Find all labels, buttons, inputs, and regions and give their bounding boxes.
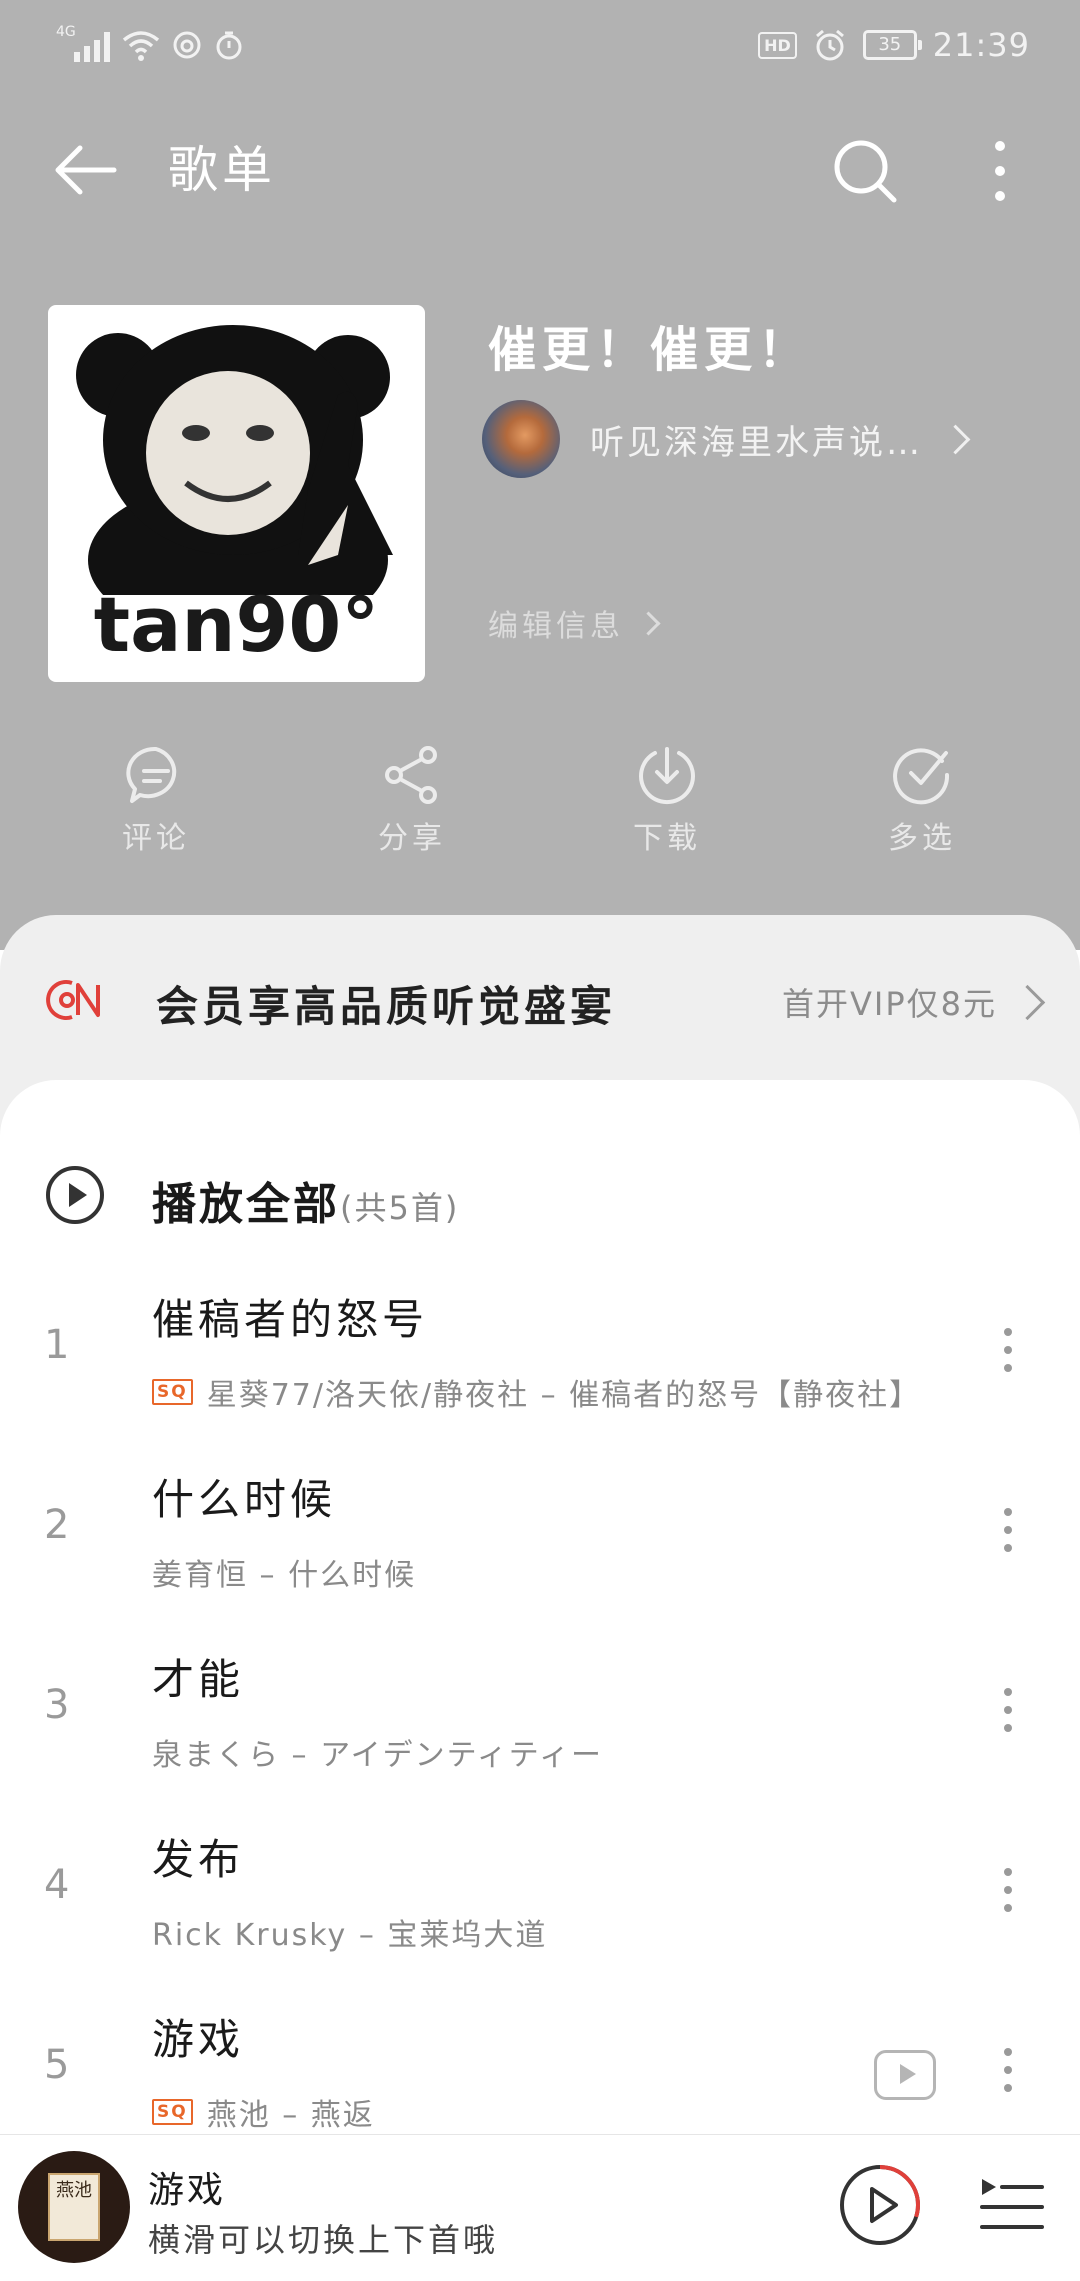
song-title: 发布 — [152, 1835, 245, 1884]
page-title: 歌单 — [168, 141, 276, 199]
song-artist-album: 星葵77/洛天依/静夜社 – 催稿者的怒号【静夜社】 — [206, 1378, 922, 1413]
wifi-icon — [122, 31, 160, 61]
avatar[interactable] — [482, 400, 560, 478]
song-title: 什么时候 — [152, 1475, 337, 1524]
song-row[interactable]: 1 催稿者的怒号 SQ 星葵77/洛天依/静夜社 – 催稿者的怒号【静夜社】 — [0, 1270, 1080, 1450]
song-more-icon[interactable] — [990, 1322, 1026, 1392]
chevron-right-icon — [636, 610, 661, 636]
song-number: 1 — [44, 1322, 70, 1368]
song-artist-album: 泉まくら – アイデンティティー — [152, 1738, 603, 1773]
comment-label: 评论 — [122, 821, 190, 856]
song-count: (共5首) — [340, 1189, 460, 1227]
more-vertical-icon[interactable] — [980, 136, 1020, 206]
share-label: 分享 — [378, 821, 446, 856]
cover-caption: tan90° — [93, 580, 380, 669]
vip-offer-label[interactable]: 首开VIP仅8元 — [782, 979, 997, 1025]
vip-promo-text: 会员享高品质听觉盛宴 — [156, 982, 617, 1031]
download-icon — [639, 747, 695, 804]
song-artist-album: Rick Krusky – 宝莱坞大道 — [152, 1918, 548, 1953]
song-row[interactable]: 3 才能 泉まくら – アイデンティティー — [0, 1630, 1080, 1810]
status-bar: 4G HD 35 21:39 — [0, 0, 1080, 90]
edit-info-label[interactable]: 编辑信息 — [488, 601, 624, 645]
song-subtitle-row: 姜育恒 – 什么时候 — [152, 1550, 416, 1594]
song-number: 4 — [44, 1862, 70, 1908]
netease-icon — [173, 31, 201, 59]
action-row: 评论 分享 下载 多选 — [0, 745, 1080, 875]
now-playing-hint: 横滑可以切换上下首哦 — [148, 2221, 499, 2259]
edit-info-link[interactable]: 编辑信息 — [488, 598, 661, 648]
creator-link[interactable]: 听见深海里水声说… — [482, 398, 971, 480]
sq-badge: SQ — [152, 2099, 193, 2125]
song-number: 5 — [44, 2042, 70, 2088]
playlist-title: 催更！催更！ — [488, 322, 813, 378]
play-pause-icon[interactable] — [838, 2163, 922, 2247]
song-more-icon[interactable] — [990, 1502, 1026, 1572]
hd-indicator: HD — [758, 31, 797, 59]
song-artist-album: 燕池 – 燕返 — [206, 2098, 375, 2133]
multi-select-label: 多选 — [888, 821, 956, 856]
video-play-icon[interactable] — [874, 2050, 936, 2100]
song-subtitle-row: Rick Krusky – 宝莱坞大道 — [152, 1910, 547, 1954]
song-title: 催稿者的怒号 — [152, 1295, 429, 1344]
back-arrow-icon[interactable] — [50, 140, 120, 200]
play-all-label: 播放全部(共5首) — [152, 1168, 459, 1232]
chevron-right-icon — [940, 424, 971, 454]
timer-icon — [216, 31, 242, 60]
creator-name[interactable]: 听见深海里水声说… — [590, 415, 923, 464]
download-label: 下载 — [633, 821, 701, 856]
alarm-icon — [815, 29, 844, 61]
comment-button[interactable]: 评论 — [86, 745, 226, 875]
vip-logo-icon — [46, 980, 100, 1020]
status-left: 4G — [56, 22, 244, 68]
sq-badge: SQ — [152, 1379, 193, 1405]
song-more-icon[interactable] — [990, 1862, 1026, 1932]
song-row[interactable]: 4 发布 Rick Krusky – 宝莱坞大道 — [0, 1810, 1080, 1990]
download-button[interactable]: 下载 — [597, 745, 737, 875]
now-playing-disc[interactable]: 燕池 — [18, 2151, 130, 2263]
song-more-icon[interactable] — [990, 1682, 1026, 1752]
search-icon[interactable] — [830, 136, 900, 206]
song-number: 2 — [44, 1502, 70, 1548]
song-title: 才能 — [152, 1655, 245, 1704]
panda-meme-image — [76, 325, 393, 595]
status-right: HD 35 21:39 — [758, 22, 1030, 68]
song-subtitle-row: SQ 燕池 – 燕返 — [152, 2090, 375, 2134]
comment-icon — [126, 746, 177, 803]
battery-level: 35 — [878, 34, 902, 55]
play-all-text: 播放全部 — [152, 1179, 340, 1230]
song-number: 3 — [44, 1682, 70, 1728]
multi-select-button[interactable]: 多选 — [852, 745, 992, 875]
song-subtitle-row: 泉まくら – アイデンティティー — [152, 1730, 603, 1774]
play-circle-icon[interactable] — [44, 1164, 106, 1226]
song-artist-album: 姜育恒 – 什么时候 — [152, 1558, 417, 1593]
song-title: 游戏 — [152, 2015, 245, 2064]
status-time: 21:39 — [932, 26, 1030, 64]
playlist-header: 4G HD 35 21:39 歌单 tan90° 催更！催更！ 听见深海里水声说… — [0, 0, 1080, 950]
playlist-cover[interactable]: tan90° — [48, 305, 425, 682]
signal-icon: 4G — [56, 24, 110, 62]
album-art: 燕池 — [48, 2173, 100, 2241]
song-subtitle-row: SQ 星葵77/洛天依/静夜社 – 催稿者的怒号【静夜社】 — [152, 1370, 921, 1414]
vip-offer-link[interactable]: 首开VIP仅8元 — [782, 979, 1046, 1025]
now-playing-title: 游戏 — [148, 2170, 227, 2211]
song-more-icon[interactable] — [990, 2042, 1026, 2112]
network-type: 4G — [56, 24, 76, 40]
song-row[interactable]: 2 什么时候 姜育恒 – 什么时候 — [0, 1450, 1080, 1630]
battery-icon: 35 — [862, 30, 922, 60]
mini-player[interactable]: 燕池 游戏 横滑可以切换上下首哦 — [0, 2134, 1080, 2281]
multi-select-icon — [893, 748, 950, 805]
song-list: 播放全部(共5首) 1 催稿者的怒号 SQ 星葵77/洛天依/静夜社 – 催稿者… — [0, 1080, 1080, 2140]
share-icon — [385, 746, 437, 804]
chevron-right-icon — [1009, 984, 1046, 1020]
title-bar: 歌单 — [0, 110, 1080, 230]
play-all-button[interactable]: 播放全部(共5首) — [0, 1120, 1080, 1230]
share-button[interactable]: 分享 — [342, 745, 482, 875]
playlist-queue-icon[interactable] — [980, 2175, 1044, 2235]
